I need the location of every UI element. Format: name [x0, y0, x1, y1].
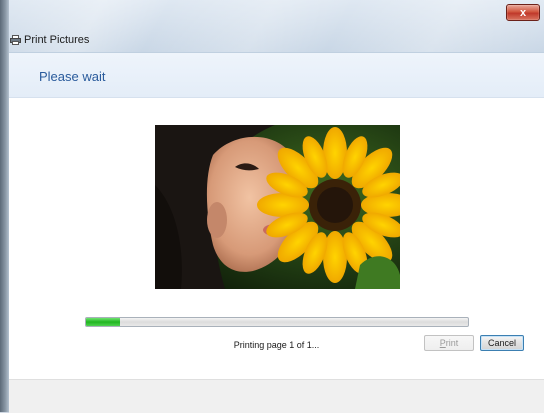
close-icon: x — [519, 6, 527, 19]
window-left-border — [0, 0, 9, 412]
progress-bar — [85, 317, 469, 327]
print-label: rint — [445, 338, 459, 348]
footer-bar — [9, 379, 544, 413]
progress-bar-fill — [86, 318, 121, 326]
close-button[interactable]: x — [506, 4, 540, 21]
header-band: Please wait — [9, 53, 544, 98]
dialog-body: Please wait Printing page 1 of 1... — [9, 53, 544, 413]
print-button[interactable]: Print — [424, 335, 474, 351]
cancel-button[interactable]: Cancel — [480, 335, 524, 351]
print-preview-image — [155, 125, 400, 289]
window-title: Print Pictures — [24, 34, 90, 46]
printer-icon — [10, 35, 21, 45]
page-title: Please wait — [39, 69, 106, 84]
